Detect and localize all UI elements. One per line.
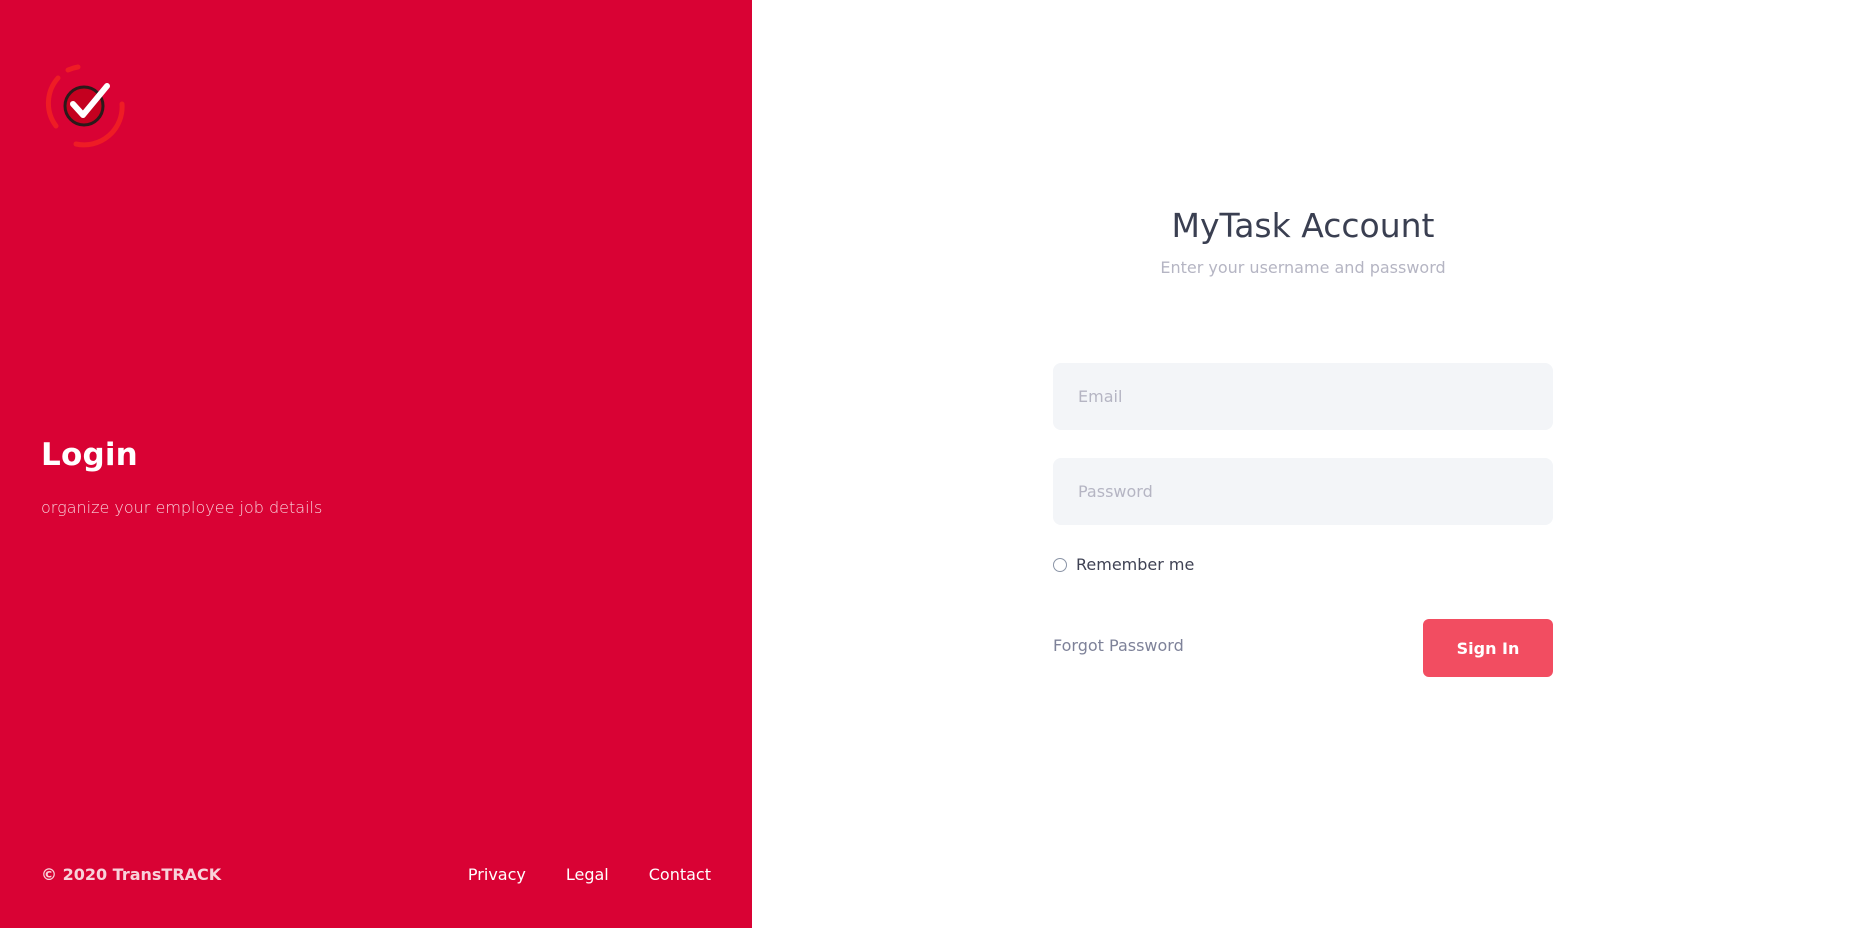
footer-links: Privacy Legal Contact bbox=[468, 865, 711, 884]
privacy-link[interactable]: Privacy bbox=[468, 865, 526, 884]
login-page: Login organize your employee job details… bbox=[0, 0, 1852, 928]
remember-me-toggle[interactable]: Remember me bbox=[1053, 555, 1194, 574]
brand-footer: © 2020 TransTRACK Privacy Legal Contact bbox=[41, 865, 711, 884]
form-subtitle: Enter your username and password bbox=[1160, 258, 1446, 277]
form-panel: MyTask Account Enter your username and p… bbox=[752, 0, 1852, 928]
contact-link[interactable]: Contact bbox=[649, 865, 711, 884]
sign-in-button[interactable]: Sign In bbox=[1423, 619, 1553, 677]
legal-link[interactable]: Legal bbox=[566, 865, 609, 884]
remember-me-label: Remember me bbox=[1076, 555, 1195, 574]
check-target-icon bbox=[38, 60, 128, 150]
copyright-text: © 2020 TransTRACK bbox=[41, 865, 222, 884]
forgot-password-link[interactable]: Forgot Password bbox=[1053, 636, 1184, 655]
password-input[interactable] bbox=[1053, 458, 1553, 525]
brand-panel: Login organize your employee job details… bbox=[0, 0, 752, 928]
remember-me-checkbox[interactable] bbox=[1053, 557, 1067, 572]
email-input[interactable] bbox=[1053, 363, 1553, 430]
form-title: MyTask Account bbox=[1171, 206, 1435, 245]
hero-subtitle: organize your employee job details bbox=[41, 498, 323, 517]
hero-title: Login bbox=[41, 437, 138, 473]
